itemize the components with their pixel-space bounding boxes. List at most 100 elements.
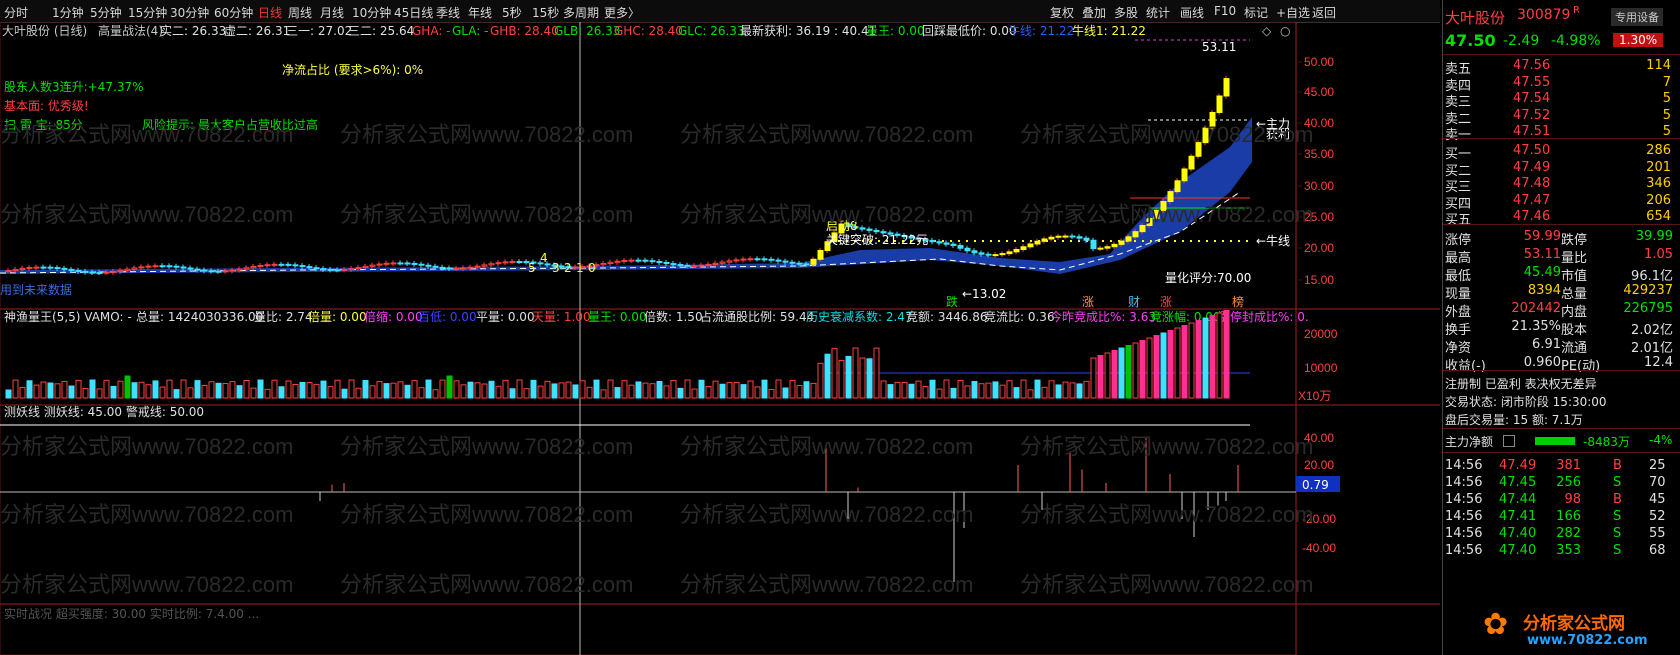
candle xyxy=(5,270,12,273)
vol-item: 倍缩: 0.00 xyxy=(364,309,423,324)
osc-y-tick: 20.00 xyxy=(1304,458,1334,472)
candle xyxy=(453,267,460,270)
toolbar-item[interactable]: 60分钟 xyxy=(214,4,253,21)
diamond-icon[interactable]: ◇ xyxy=(1262,24,1272,38)
volume-bar xyxy=(1048,380,1055,399)
volume-bar xyxy=(1013,387,1020,399)
toolbar-diejia-button[interactable]: 叠加 xyxy=(1082,4,1106,21)
kline-chart[interactable]: 50.00 45.00 40.00 35.00 30.00 25.00 20.0… xyxy=(0,22,1440,655)
volume-bar xyxy=(1216,312,1223,399)
candle xyxy=(1048,236,1055,240)
netflow-bar xyxy=(1535,437,1575,445)
candle xyxy=(26,267,33,270)
toolbar-item[interactable]: 年线 xyxy=(468,4,492,21)
toolbar-item[interactable]: 10分钟 xyxy=(352,4,391,21)
toolbar-fuquan-button[interactable]: 复权 xyxy=(1050,4,1074,21)
watermark-text: 分析家公式网www.70822.com xyxy=(680,434,973,459)
volume-bar xyxy=(26,380,33,399)
toolbar-f10-button[interactable]: F10 xyxy=(1214,4,1236,18)
candle xyxy=(271,263,278,266)
toolbar-item[interactable]: 季线 xyxy=(436,4,460,21)
volume-bar xyxy=(838,360,845,399)
candle xyxy=(194,268,201,271)
candle xyxy=(250,266,257,269)
candle xyxy=(446,267,453,270)
tick-price: 47.41 xyxy=(1499,509,1537,524)
toolbar-item[interactable]: 多周期 xyxy=(563,4,599,21)
volume-bar xyxy=(208,381,215,399)
candle xyxy=(145,265,152,268)
candle xyxy=(866,228,873,231)
tick-qty: 166 xyxy=(1556,509,1581,524)
toolbar-duogu-button[interactable]: 多股 xyxy=(1114,4,1138,21)
chart-frame xyxy=(0,22,1297,655)
volume-bar xyxy=(950,387,957,399)
toolbar-item[interactable]: 45日线 xyxy=(394,4,433,21)
info-value: 回踩最低价: 0.00 xyxy=(922,24,1017,38)
tick-row: 14:56 47.40 353 S 68 xyxy=(1443,540,1680,562)
candle xyxy=(1083,237,1090,241)
volume-bar xyxy=(908,383,915,399)
osc-current-value: 0.79 xyxy=(1302,478,1329,492)
volume-bar xyxy=(1195,320,1202,399)
toolbar-biaoji-button[interactable]: 标记 xyxy=(1244,4,1268,21)
volume-bar xyxy=(1139,340,1146,399)
tag-die: 跌 xyxy=(946,294,958,309)
toolbar-item[interactable]: 周线 xyxy=(288,4,312,21)
candle xyxy=(432,265,439,268)
netflow-label: 主力净额 xyxy=(1445,435,1494,449)
volume-bar xyxy=(159,386,166,399)
volume-bar xyxy=(1006,380,1013,399)
watermark-text: 分析家公式网www.70822.com xyxy=(1020,572,1313,597)
vol-item: 竞额: 3446.86 xyxy=(906,310,987,324)
toolbar-tongji-button[interactable]: 统计 xyxy=(1146,4,1170,21)
volume-bar xyxy=(250,387,257,399)
volume-bar xyxy=(670,379,677,399)
tick-count: 68 xyxy=(1649,543,1666,558)
toolbar-item[interactable]: 更多〉 xyxy=(604,4,640,21)
toolbar-item[interactable]: 30分钟 xyxy=(170,4,209,21)
volume-bar xyxy=(642,382,649,399)
candle xyxy=(502,261,509,264)
info-value: 牛线: 21.22 xyxy=(1008,23,1074,38)
volume-bar xyxy=(411,380,418,399)
volume-bar xyxy=(929,379,936,399)
candle xyxy=(425,264,432,267)
toolbar-back-button[interactable]: 返回 xyxy=(1312,4,1336,21)
info-value: 最新获利: 36.19 : 40.41 xyxy=(740,23,876,38)
candle xyxy=(1027,243,1034,248)
toolbar-item[interactable]: 月线 xyxy=(320,4,344,21)
toolbar-huaxian-button[interactable]: 画线 xyxy=(1180,4,1204,21)
toolbar-item[interactable]: 15秒 xyxy=(532,4,559,21)
toolbar-zixuan-button[interactable]: +自选 xyxy=(1276,4,1310,21)
netflow-row: 主力净额 -8483万 -4% xyxy=(1443,430,1680,452)
candle xyxy=(341,268,348,271)
candle xyxy=(124,268,131,271)
price-change: -2.49 xyxy=(1503,33,1540,49)
circle-icon[interactable]: ○ xyxy=(1280,24,1290,38)
sector-badge[interactable]: 专用设备 xyxy=(1611,8,1663,26)
volume-bar xyxy=(684,379,691,399)
netflow-toggle-icon[interactable] xyxy=(1503,435,1515,447)
stat-value: 202442 xyxy=(1511,301,1561,316)
candle xyxy=(229,269,236,272)
volume-bar xyxy=(341,388,348,399)
toolbar-item[interactable]: 1分钟 xyxy=(52,4,84,21)
candle xyxy=(719,261,726,264)
volume-bar xyxy=(1118,347,1125,399)
toolbar-item-selected[interactable]: 日线 xyxy=(258,4,282,21)
toolbar-item[interactable]: 5秒 xyxy=(502,4,522,21)
watermark-text: 分析家公式网www.70822.com xyxy=(1020,434,1313,459)
toolbar-item[interactable]: 分时 xyxy=(4,4,28,21)
vol-y-tick: 10000 xyxy=(1304,361,1338,375)
candle xyxy=(978,252,985,255)
volume-bar xyxy=(740,384,747,399)
tick-side: S xyxy=(1613,509,1622,524)
toolbar-item[interactable]: 5分钟 xyxy=(90,4,122,21)
watermark-text: 分析家公式网www.70822.com xyxy=(680,502,973,527)
volume-bar xyxy=(999,384,1006,399)
toolbar-item[interactable]: 15分钟 xyxy=(128,4,167,21)
netflow-value: -8483万 xyxy=(1583,435,1630,449)
volume-bar xyxy=(383,383,390,399)
volume-bar xyxy=(432,389,439,399)
